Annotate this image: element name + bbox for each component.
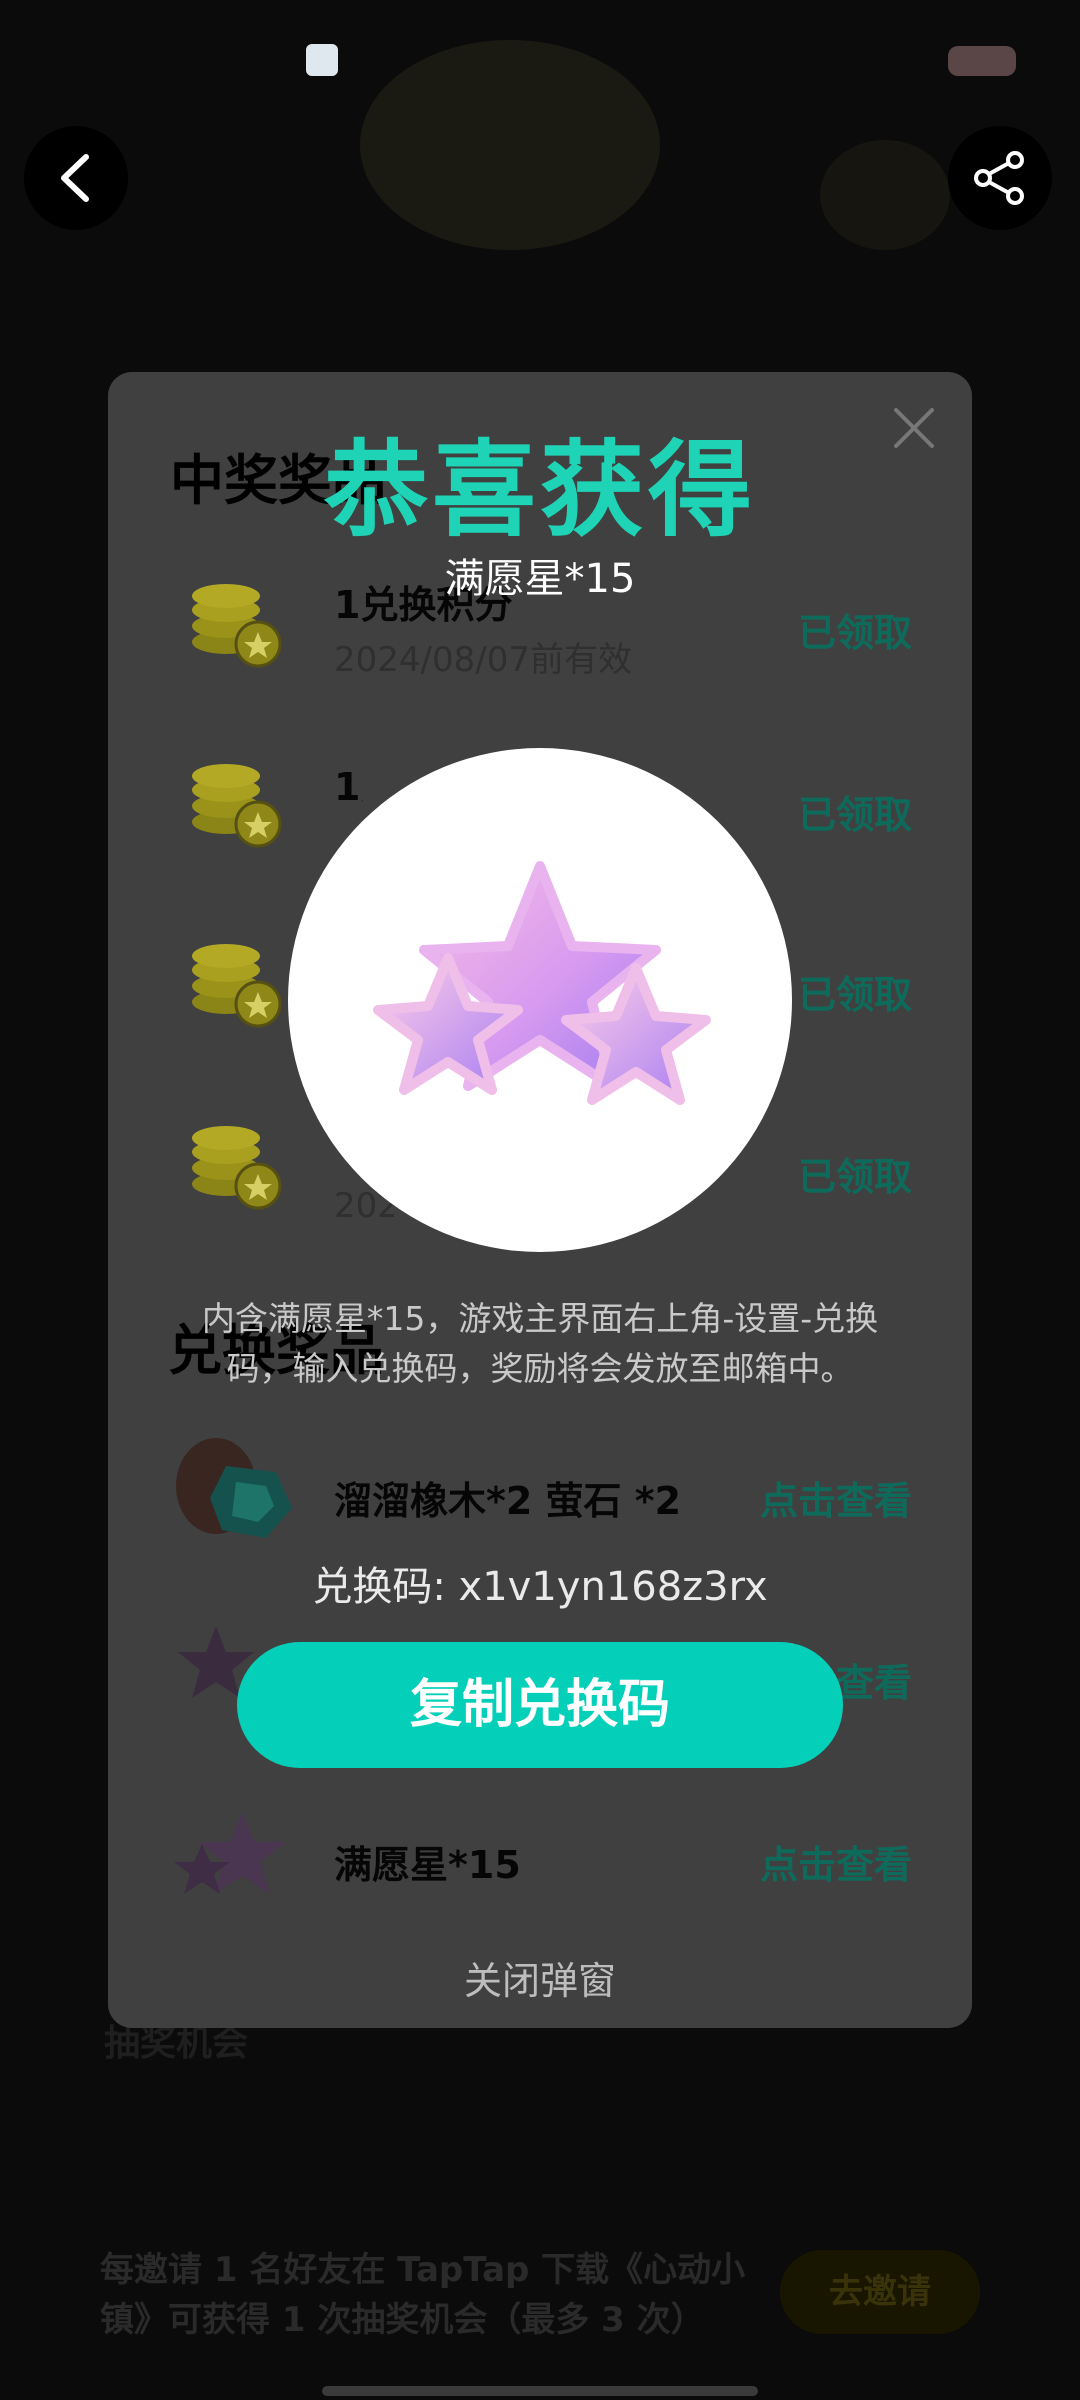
close-popup-link[interactable]: 关闭弹窗 [0,1950,1080,2005]
invite-button[interactable]: 去邀请 [780,2250,980,2334]
view-details-button[interactable]: 点击查看 [700,1470,912,1525]
background-decoration [360,40,660,250]
telegram-app-icon [306,44,338,76]
exchange-row-title: 满愿星*15 [334,1843,521,1887]
wood-gem-icon [166,1426,306,1556]
status-time [62,40,72,75]
chevron-left-icon [61,154,89,202]
congrats-heading: 恭喜获得 [323,429,756,551]
back-button[interactable] [24,126,128,230]
view-details-button[interactable]: 点击查看 [700,1834,912,1889]
prize-claimed-button[interactable]: 已领取 [740,1146,912,1201]
share-button[interactable] [948,126,1052,230]
prize-row-expiry: 2024/08/07前有效 [334,640,632,680]
redeem-code-text: 兑换码: x1v1yn168z3rx [312,1564,768,1610]
battery-icon [948,46,1016,76]
reward-name: 满愿星*15 [444,556,636,602]
home-indicator [322,2386,758,2396]
star-cluster-icon [373,861,711,1105]
copy-code-button[interactable]: 复制兑换码 [237,1642,843,1768]
prize-claimed-button[interactable]: 已领取 [740,602,912,657]
coin-stack-icon [184,1114,284,1214]
coin-stack-icon [184,752,284,852]
background-decoration [820,140,950,250]
share-icon [974,151,1024,205]
star-cluster-icon [166,1804,306,1914]
coin-stack-icon [184,932,284,1032]
invite-info-text: 每邀请 1 名好友在 TapTap 下载《心动小镇》可获得 1 次抽奖机会（最多… [100,2250,746,2340]
reward-description: 内含满愿星*15，游戏主界面右上角-设置-兑换码，输入兑换码，奖励将会发放至邮箱… [201,1299,879,1388]
prize-claimed-button[interactable]: 已领取 [740,784,912,839]
reward-image [288,748,792,1252]
exchange-row-title: 溜溜橡木*2 萤石 *2 [334,1479,682,1523]
